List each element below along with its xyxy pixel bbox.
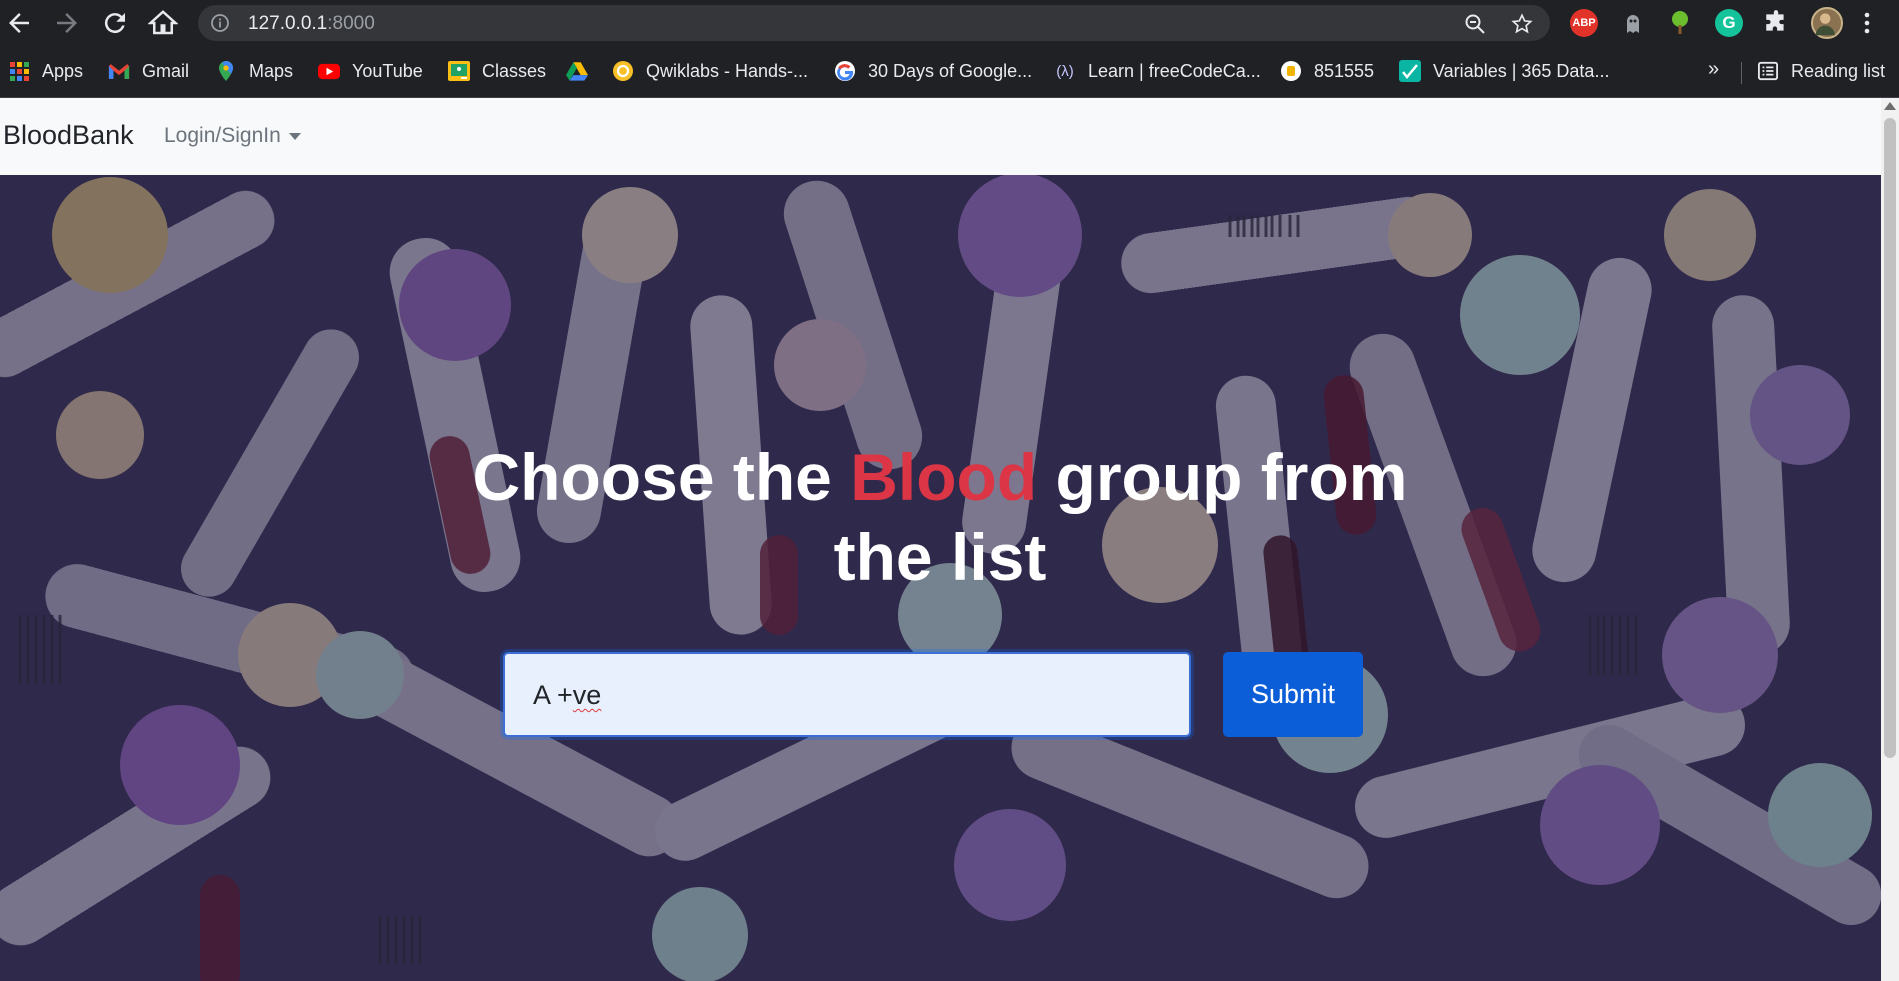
url-port: :8000: [327, 13, 375, 34]
bookmark-qwiklabs[interactable]: Qwiklabs - Hands-...: [612, 58, 808, 84]
bookmark-star-icon[interactable]: [1511, 13, 1533, 35]
scroll-up-arrow-icon[interactable]: [1884, 102, 1896, 110]
maps-icon: [215, 60, 237, 82]
blood-group-input-value: A +ve: [533, 680, 601, 711]
bookmarks-overflow-button[interactable]: »: [1708, 58, 1719, 81]
bookmark-label: Apps: [42, 60, 84, 81]
home-icon[interactable]: [147, 8, 179, 38]
bookmark-label: 851555: [1314, 60, 1375, 81]
ghost-extension-icon[interactable]: [1619, 9, 1647, 37]
page-viewport: BloodBank Login/SignIn Choose the Blood …: [0, 98, 1899, 981]
bookmarks-bar: Apps Gmail Maps YouTube Classes Qwiklabs…: [0, 46, 1899, 98]
bookmark-youtube[interactable]: YouTube: [318, 58, 423, 84]
heading-highlight-blood: Blood: [850, 440, 1038, 514]
zoom-icon[interactable]: [1464, 13, 1486, 35]
bookmark-851555[interactable]: 851555: [1280, 58, 1374, 84]
site-info-icon[interactable]: [210, 13, 230, 33]
browser-toolbar: 127.0.0.1:8000 ABP G: [0, 0, 1899, 46]
google-drive-icon: [566, 60, 588, 82]
abp-icon[interactable]: ABP: [1570, 9, 1598, 37]
hero-section: Choose the Blood group from the list A +…: [0, 175, 1881, 981]
bookmark-google[interactable]: 30 Days of Google...: [834, 58, 1032, 84]
extensions-puzzle-icon[interactable]: [1763, 9, 1791, 37]
freecodecamp-icon: (λ): [1056, 62, 1074, 80]
bookmark-classes[interactable]: Classes: [448, 58, 546, 84]
reload-icon[interactable]: [100, 8, 130, 38]
grammarly-icon[interactable]: G: [1715, 9, 1743, 37]
bookmark-label: Variables | 365 Data...: [1433, 60, 1610, 81]
bookmark-label: Maps: [249, 60, 294, 81]
apps-grid-icon: [8, 60, 30, 82]
bookmark-label: Learn | freeCodeCa...: [1088, 60, 1261, 81]
back-arrow-icon[interactable]: [4, 8, 34, 38]
login-dropdown[interactable]: Login/SignIn: [164, 124, 301, 148]
forward-arrow-icon[interactable]: [52, 8, 82, 38]
url-host: 127.0.0.1: [248, 13, 328, 34]
bookmark-851555-icon: [1280, 60, 1302, 82]
gmail-icon: [108, 60, 130, 82]
caret-down-icon: [288, 132, 301, 140]
hero-heading: Choose the Blood group from the list: [440, 437, 1440, 597]
login-dropdown-label: Login/SignIn: [164, 124, 281, 147]
google-icon: [834, 60, 856, 82]
bookmark-365-data[interactable]: Variables | 365 Data...: [1399, 58, 1609, 84]
youtube-icon: [318, 60, 340, 82]
classroom-icon: [448, 60, 470, 82]
blood-group-input[interactable]: A +ve: [503, 652, 1191, 737]
bookmark-apps[interactable]: Apps: [8, 58, 83, 84]
brand-logo-link[interactable]: BloodBank: [3, 120, 134, 151]
365-data-icon: [1399, 60, 1421, 82]
reading-list-icon: [1757, 60, 1779, 82]
qwiklabs-icon: [612, 60, 634, 82]
bookmark-label: Qwiklabs - Hands-...: [646, 60, 809, 81]
browser-menu-icon[interactable]: [1862, 9, 1876, 37]
bookmarks-divider: [1741, 62, 1742, 84]
scrollbar-thumb[interactable]: [1884, 118, 1896, 758]
reading-list-button[interactable]: Reading list: [1757, 58, 1885, 84]
bookmark-gmail[interactable]: Gmail: [108, 58, 189, 84]
bookmark-maps[interactable]: Maps: [215, 58, 293, 84]
abp-label: ABP: [1572, 17, 1596, 29]
tree-extension-icon[interactable]: [1666, 9, 1694, 37]
input-value-prefix: A +: [533, 680, 573, 710]
heading-text-start: Choose the: [472, 440, 851, 514]
url-text: 127.0.0.1:8000: [248, 13, 375, 35]
profile-avatar[interactable]: [1811, 7, 1843, 39]
address-bar[interactable]: 127.0.0.1:8000: [198, 5, 1550, 41]
reading-list-label: Reading list: [1791, 60, 1886, 81]
grammarly-label: G: [1722, 13, 1736, 32]
bookmark-label: 30 Days of Google...: [868, 60, 1033, 81]
spellcheck-flagged-text: ve: [572, 680, 602, 710]
submit-button[interactable]: Submit: [1223, 652, 1363, 737]
bookmark-label: YouTube: [352, 60, 423, 81]
bookmark-google-drive[interactable]: [566, 58, 600, 84]
bookmark-label: Gmail: [142, 60, 190, 81]
site-navbar: BloodBank Login/SignIn: [0, 98, 1881, 175]
bookmark-label: Classes: [482, 60, 547, 81]
bookmark-freecodecamp[interactable]: (λ) Learn | freeCodeCa...: [1054, 58, 1261, 84]
